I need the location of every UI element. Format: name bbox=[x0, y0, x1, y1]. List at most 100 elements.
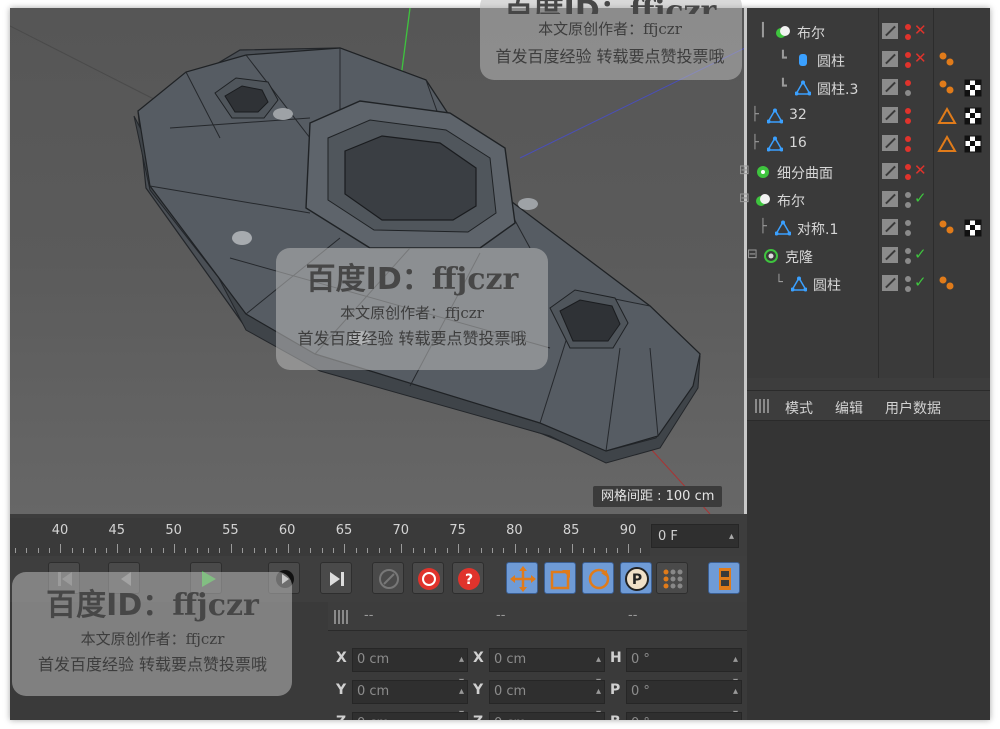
coordinate-input[interactable]: 0 cm▴▾ bbox=[489, 712, 605, 720]
object-row[interactable]: └ 圆柱 ✓ bbox=[747, 270, 990, 298]
layer-visibility-icon[interactable] bbox=[882, 107, 898, 123]
autokey-button[interactable] bbox=[412, 562, 444, 594]
autokey-icon bbox=[418, 568, 440, 590]
layer-visibility-icon[interactable] bbox=[882, 247, 898, 263]
record-keys-button[interactable] bbox=[372, 562, 404, 594]
timeline-ruler[interactable]: 40 45 50 55 60 65 70 75 80 85 90 bbox=[10, 518, 650, 556]
object-tags[interactable] bbox=[937, 50, 989, 70]
go-to-end-button[interactable] bbox=[320, 562, 352, 594]
coordinate-field[interactable]: Y 0 cm ▴▾ bbox=[473, 680, 605, 719]
coordinate-field[interactable]: B 0 ° ▴▾ bbox=[610, 712, 742, 720]
coordinate-field[interactable]: X 0 cm▴▾ bbox=[336, 648, 468, 687]
layer-visibility-icon[interactable] bbox=[882, 51, 898, 67]
coordinate-field[interactable]: X 0 cm▴▾ bbox=[473, 648, 605, 687]
watermark-publish: 首发百度经验 转载要点赞投票哦 bbox=[297, 329, 527, 348]
enabled-check-icon[interactable]: ✓ bbox=[914, 189, 927, 207]
coordinate-input[interactable]: 0 cm ▴▾ bbox=[352, 680, 468, 719]
object-tags[interactable] bbox=[937, 78, 989, 98]
stepper-arrows-icon[interactable]: ▴▾ bbox=[459, 713, 464, 720]
disabled-cross-icon[interactable]: ✕ bbox=[914, 49, 927, 67]
layer-visibility-icon[interactable] bbox=[882, 219, 898, 235]
coordinate-input[interactable]: 0 cm ▴▾ bbox=[352, 712, 468, 720]
object-tags[interactable] bbox=[937, 134, 989, 154]
coordinate-input[interactable]: 0 °▴▾ bbox=[626, 712, 742, 720]
move-arrows-icon bbox=[510, 566, 536, 592]
visibility-dots-toggle[interactable] bbox=[904, 161, 912, 183]
visibility-dots-toggle[interactable] bbox=[904, 217, 912, 239]
visibility-dots-toggle[interactable] bbox=[904, 273, 912, 295]
enabled-check-icon[interactable]: ✓ bbox=[914, 273, 927, 291]
object-row[interactable]: ┗ 圆柱.3 bbox=[747, 74, 990, 102]
object-name[interactable]: 圆柱 bbox=[813, 275, 841, 295]
coordinate-input[interactable]: 0 cm▴▾ bbox=[489, 648, 605, 687]
coordinate-input[interactable]: 0 cm▴▾ bbox=[489, 680, 605, 719]
point-level-button[interactable] bbox=[656, 562, 688, 594]
visibility-dots-toggle[interactable] bbox=[904, 21, 912, 43]
visibility-dots-toggle[interactable] bbox=[904, 49, 912, 71]
current-frame-field[interactable]: 0 F ▴▾ bbox=[651, 524, 739, 566]
visibility-dots-toggle[interactable] bbox=[904, 245, 912, 267]
watermark-author: 本文原创作者：ffjczr bbox=[340, 304, 484, 322]
ruler-tick bbox=[151, 548, 153, 553]
stepper-arrows-icon[interactable]: ▴▾ bbox=[596, 713, 601, 720]
enabled-check-icon[interactable]: ✓ bbox=[914, 245, 927, 263]
object-name[interactable]: 布尔 bbox=[777, 191, 805, 211]
object-row[interactable]: ├ 16 bbox=[747, 130, 990, 158]
coordinate-field[interactable]: Y 0 cm ▴▾ bbox=[336, 680, 468, 719]
ruler-tick bbox=[594, 548, 596, 553]
menu-mode[interactable]: 模式 bbox=[785, 398, 813, 418]
object-tags[interactable] bbox=[937, 274, 989, 294]
layer-visibility-icon[interactable] bbox=[882, 23, 898, 39]
visibility-dots-toggle[interactable] bbox=[904, 133, 912, 155]
visibility-dots-toggle[interactable] bbox=[904, 77, 912, 99]
ruler-tick-label: 40 bbox=[51, 523, 69, 538]
ruler-tick bbox=[423, 548, 425, 553]
ruler-tick bbox=[378, 548, 380, 553]
disabled-cross-icon[interactable]: ✕ bbox=[914, 161, 927, 179]
object-tags[interactable] bbox=[937, 218, 989, 238]
object-name[interactable]: 对称.1 bbox=[797, 219, 838, 239]
object-row[interactable]: ├ 32 bbox=[747, 102, 990, 130]
coordinate-field[interactable]: P 0 ° ▴▾ bbox=[610, 680, 742, 719]
layer-visibility-icon[interactable] bbox=[882, 79, 898, 95]
menu-user-data[interactable]: 用户数据 bbox=[885, 398, 941, 418]
object-name[interactable]: 圆柱.3 bbox=[817, 79, 858, 99]
rotation-track-button[interactable] bbox=[582, 562, 614, 594]
scheme-button[interactable] bbox=[708, 562, 740, 594]
stepper-arrows-icon[interactable]: ▴▾ bbox=[733, 713, 738, 720]
object-name[interactable]: 16 bbox=[789, 135, 807, 151]
scale-track-button[interactable] bbox=[544, 562, 576, 594]
coordinate-field[interactable]: Z 0 cm ▴▾ bbox=[336, 712, 468, 720]
keyframe-selection-button[interactable]: ? bbox=[452, 562, 484, 594]
object-row[interactable]: ┃ 布尔 ✕ bbox=[747, 18, 990, 46]
object-name[interactable]: 圆柱 bbox=[817, 51, 845, 71]
disabled-cross-icon[interactable]: ✕ bbox=[914, 21, 927, 39]
object-tags[interactable] bbox=[937, 106, 989, 126]
visibility-dots-toggle[interactable] bbox=[904, 105, 912, 127]
coordinate-input[interactable]: 0 °▴▾ bbox=[626, 648, 742, 687]
position-header: -- bbox=[364, 608, 374, 623]
parameter-track-button[interactable]: P bbox=[620, 562, 652, 594]
ruler-tick-label: 75 bbox=[449, 523, 466, 538]
layer-visibility-icon[interactable] bbox=[882, 163, 898, 179]
object-name[interactable]: 32 bbox=[789, 107, 807, 123]
visibility-dots-toggle[interactable] bbox=[904, 189, 912, 211]
position-track-button[interactable] bbox=[506, 562, 538, 594]
coordinate-field[interactable]: Z 0 cm ▴▾ bbox=[473, 712, 605, 720]
coordinate-value: 0 cm bbox=[357, 716, 389, 720]
coordinate-input[interactable]: 0 °▴▾ bbox=[626, 680, 742, 719]
coordinate-input[interactable]: 0 cm▴▾ bbox=[352, 648, 468, 687]
object-name[interactable]: 克隆 bbox=[785, 247, 813, 267]
object-row[interactable]: ┗ 圆柱 ✕ bbox=[747, 46, 990, 74]
menu-edit[interactable]: 编辑 bbox=[835, 398, 863, 418]
layer-visibility-icon[interactable] bbox=[882, 191, 898, 207]
layer-visibility-icon[interactable] bbox=[882, 275, 898, 291]
object-name[interactable]: 布尔 bbox=[797, 23, 825, 43]
object-row[interactable]: ⊞ 细分曲面 ✕ bbox=[739, 158, 990, 186]
object-row[interactable]: ⊟ 布尔 ✓ bbox=[739, 186, 990, 214]
object-name[interactable]: 细分曲面 bbox=[777, 163, 833, 183]
coordinate-field[interactable]: H0 °▴▾ bbox=[610, 648, 742, 687]
layer-visibility-icon[interactable] bbox=[882, 135, 898, 151]
object-row[interactable]: ⊟ 克隆 ✓ bbox=[747, 242, 990, 270]
object-row[interactable]: ├ 对称.1 bbox=[747, 214, 990, 242]
